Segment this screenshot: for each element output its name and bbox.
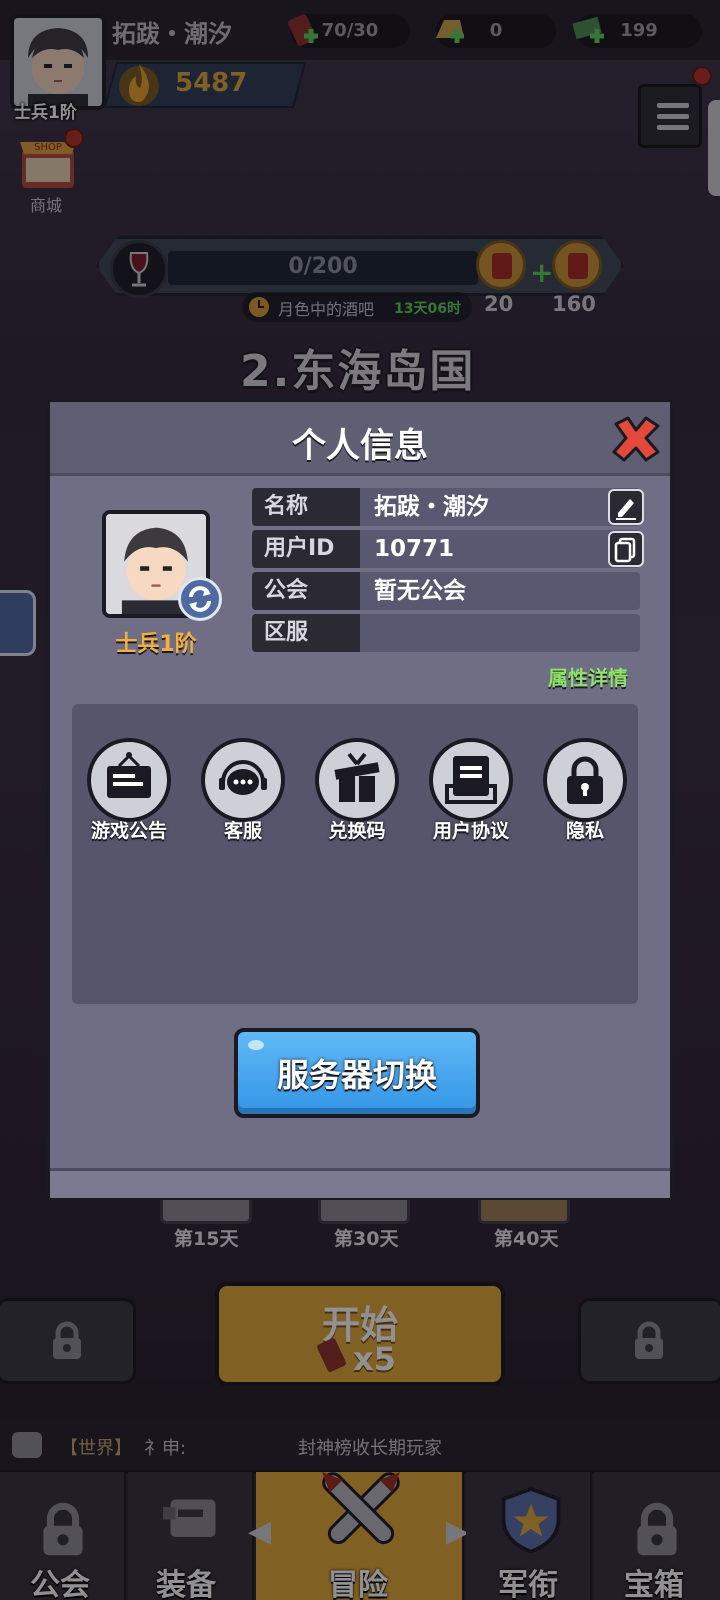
func-user-agreement[interactable]: 用户协议 [426,738,516,843]
info-row-name: 名称 拓跋・潮汐 [252,488,644,526]
shop-label: 商城 [30,196,63,215]
stage-title: 2.东海岛国 [240,346,476,397]
edit-icon [616,499,636,520]
reward-2-amount: 160 [552,292,596,316]
refresh-icon [189,586,211,612]
row-value: 拓跋・潮汐 [374,494,489,520]
ai-assistant-button[interactable] [0,590,36,656]
info-row-guild: 公会 暂无公会 [252,572,640,610]
stamina-value: 70/30 [321,20,379,41]
nav-prev-arrow[interactable]: ◀ [248,1514,271,1549]
modal-footer [50,1168,670,1198]
clock-icon [247,295,271,319]
nav-label-adventure: 冒险 [328,1568,388,1600]
lock-icon [43,1502,83,1556]
start-cost: x5 [353,1340,396,1378]
func-announcement[interactable]: 游戏公告 [84,738,174,843]
row-key: 公会 [252,572,360,610]
nav-label-rank: 军衔 [498,1568,558,1600]
profile-modal: 个人信息 士兵1阶 名称 拓跋・潮汐 用户ID 10771 公会 暂无公会 区服… [46,398,674,1200]
lock-icon [637,1502,677,1556]
info-row-userid: 用户ID 10771 [252,530,644,568]
turret-icon [163,1499,216,1537]
copy-id-button[interactable] [608,531,644,567]
document-icon [429,738,513,822]
change-avatar-button[interactable] [178,577,222,621]
locked-right-button[interactable] [578,1298,720,1384]
lock-icon [53,1321,81,1359]
row-key: 区服 [252,614,360,652]
reward-1-icon[interactable] [476,240,526,290]
player-face-icon [14,18,102,106]
event-progress-text: 0/200 [288,254,358,279]
power-value: 5487 [175,68,248,98]
chat-bubble-icon[interactable] [12,1432,42,1458]
nav-label-equipment: 装备 [156,1568,216,1600]
row-value: 10771 [374,536,455,562]
edit-name-button[interactable] [608,489,644,525]
func-redeem-code[interactable]: 兑换码 [312,738,402,843]
func-privacy[interactable]: 隐私 [540,738,630,843]
gold-counter[interactable]: 0 [436,14,556,48]
cash-counter[interactable]: 199 [572,14,702,48]
row-value: 暂无公会 [374,578,466,604]
shop-notification-dot [64,128,84,148]
crossed-missiles-icon [322,1472,400,1545]
close-icon[interactable] [610,416,662,462]
side-tab[interactable] [708,100,720,196]
info-row-server: 区服 [252,614,640,652]
reward-1-amount: 20 [484,292,514,316]
player-avatar[interactable] [10,14,106,110]
row-key: 用户ID [252,530,360,568]
chat-channel: 【世界】 [60,1438,132,1459]
nav-label-chest: 宝箱 [624,1568,684,1600]
day-reward-label: 第30天 [334,1228,399,1250]
player-name: 拓跋・潮汐 [112,20,232,48]
reward-2-icon[interactable] [552,240,602,290]
day-reward-label: 第40天 [494,1228,559,1250]
menu-notification-dot [692,66,712,86]
func-support[interactable]: 客服 [198,738,288,843]
padlock-icon [543,738,627,822]
switch-server-label: 服务器切换 [276,1056,437,1094]
menu-button[interactable] [638,84,702,148]
lock-icon [635,1321,663,1359]
gift-icon [315,738,399,822]
profile-rank: 士兵1阶 [115,632,197,657]
cash-value: 199 [620,20,658,41]
stamina-cost-icon [317,1338,346,1372]
chat-sender: 礻申: [144,1438,187,1459]
copy-icon [614,537,636,563]
row-key: 名称 [252,488,360,526]
attribute-details-link[interactable]: 属性详情 [548,662,628,691]
headset-icon [201,738,285,822]
locked-left-button[interactable] [0,1298,136,1384]
event-name: 月色中的酒吧 [278,300,375,319]
plus-icon: + [530,256,554,289]
modal-title: 个人信息 [292,426,428,466]
stamina-counter[interactable]: 70/30 [288,14,410,48]
flame-power-icon [119,64,159,106]
notice-board-icon [87,738,171,822]
nav-label-guild: 公会 [30,1568,90,1600]
event-time-left: 13天06时 [394,301,461,317]
rank-shield-icon [501,1487,561,1554]
player-rank: 士兵1阶 [14,103,77,123]
day-reward-label: 第15天 [174,1228,239,1250]
wine-glass-icon [110,240,168,298]
svg-text:SHOP: SHOP [34,142,62,153]
gold-value: 0 [489,20,503,41]
